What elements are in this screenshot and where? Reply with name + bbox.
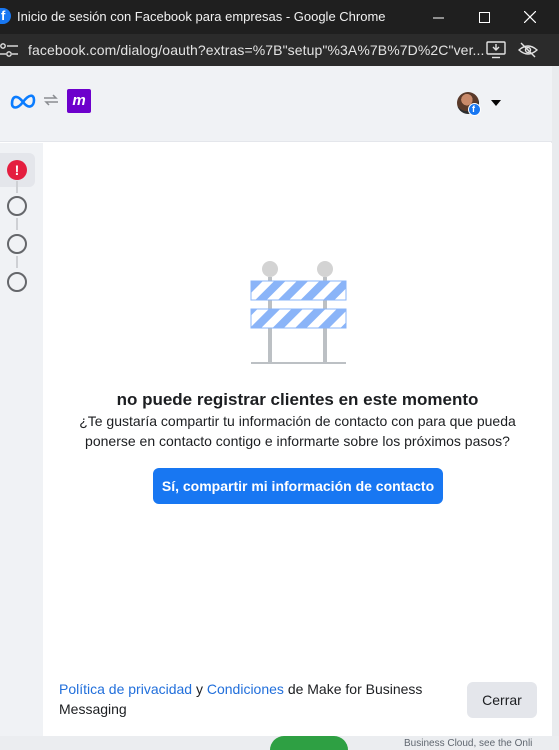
- background-partial-text: Business Cloud, see the Onli: [404, 738, 533, 749]
- make-logo-icon: m: [67, 89, 91, 113]
- step-progress-sidebar: !: [0, 143, 43, 736]
- minimize-icon: [432, 17, 444, 18]
- description-text: ¿Te gustaría compartir tu información de…: [79, 413, 516, 449]
- facebook-icon-glyph: f: [1, 8, 6, 23]
- step-pending-icon: [7, 196, 27, 216]
- step-connector: [16, 218, 18, 230]
- window-title: Inicio de sesión con Facebook para empre…: [17, 9, 386, 24]
- page-title: no puede registrar clientes en este mome…: [116, 390, 479, 409]
- step-pending-icon: [7, 234, 27, 254]
- terms-link[interactable]: Condiciones: [207, 681, 284, 697]
- privacy-policy-link[interactable]: Política de privacidad: [59, 681, 192, 697]
- footer-legal-text: Política de privacidad y Condiciones de …: [59, 679, 449, 719]
- meta-logo-icon: [10, 94, 36, 109]
- dialog-card: no puede registrar clientes en este mome…: [43, 143, 552, 736]
- close-icon: [524, 11, 536, 23]
- close-window-button[interactable]: [507, 0, 553, 34]
- swap-arrows-icon: [44, 94, 58, 106]
- caret-down-icon[interactable]: [491, 100, 501, 106]
- eye-off-icon[interactable]: [518, 41, 538, 59]
- construction-barrier-icon: [250, 261, 347, 364]
- maximize-icon: [478, 11, 490, 23]
- maximize-button[interactable]: [461, 0, 507, 34]
- dialog-header: m f: [0, 66, 552, 142]
- minimize-button[interactable]: [415, 0, 461, 34]
- step-error-icon: !: [7, 160, 27, 180]
- step-connector: [16, 181, 18, 193]
- facebook-badge-icon: f: [468, 103, 481, 116]
- step-pending-icon: [7, 272, 27, 292]
- footer-and-text: y: [195, 681, 203, 697]
- install-app-icon[interactable]: [486, 41, 506, 59]
- window-titlebar: f Inicio de sesión con Facebook para emp…: [0, 0, 559, 34]
- url-field[interactable]: facebook.com/dialog/oauth?extras=%7B"set…: [28, 42, 485, 58]
- make-logo-letter: m: [72, 92, 86, 109]
- step-connector: [16, 256, 18, 268]
- close-button[interactable]: Cerrar: [467, 682, 537, 718]
- share-contact-info-button[interactable]: Sí, compartir mi información de contacto: [153, 468, 443, 504]
- background-page-edge: [551, 66, 559, 750]
- address-bar: facebook.com/dialog/oauth?extras=%7B"set…: [0, 34, 559, 66]
- site-settings-icon[interactable]: [0, 42, 18, 58]
- background-green-shape: [270, 736, 348, 750]
